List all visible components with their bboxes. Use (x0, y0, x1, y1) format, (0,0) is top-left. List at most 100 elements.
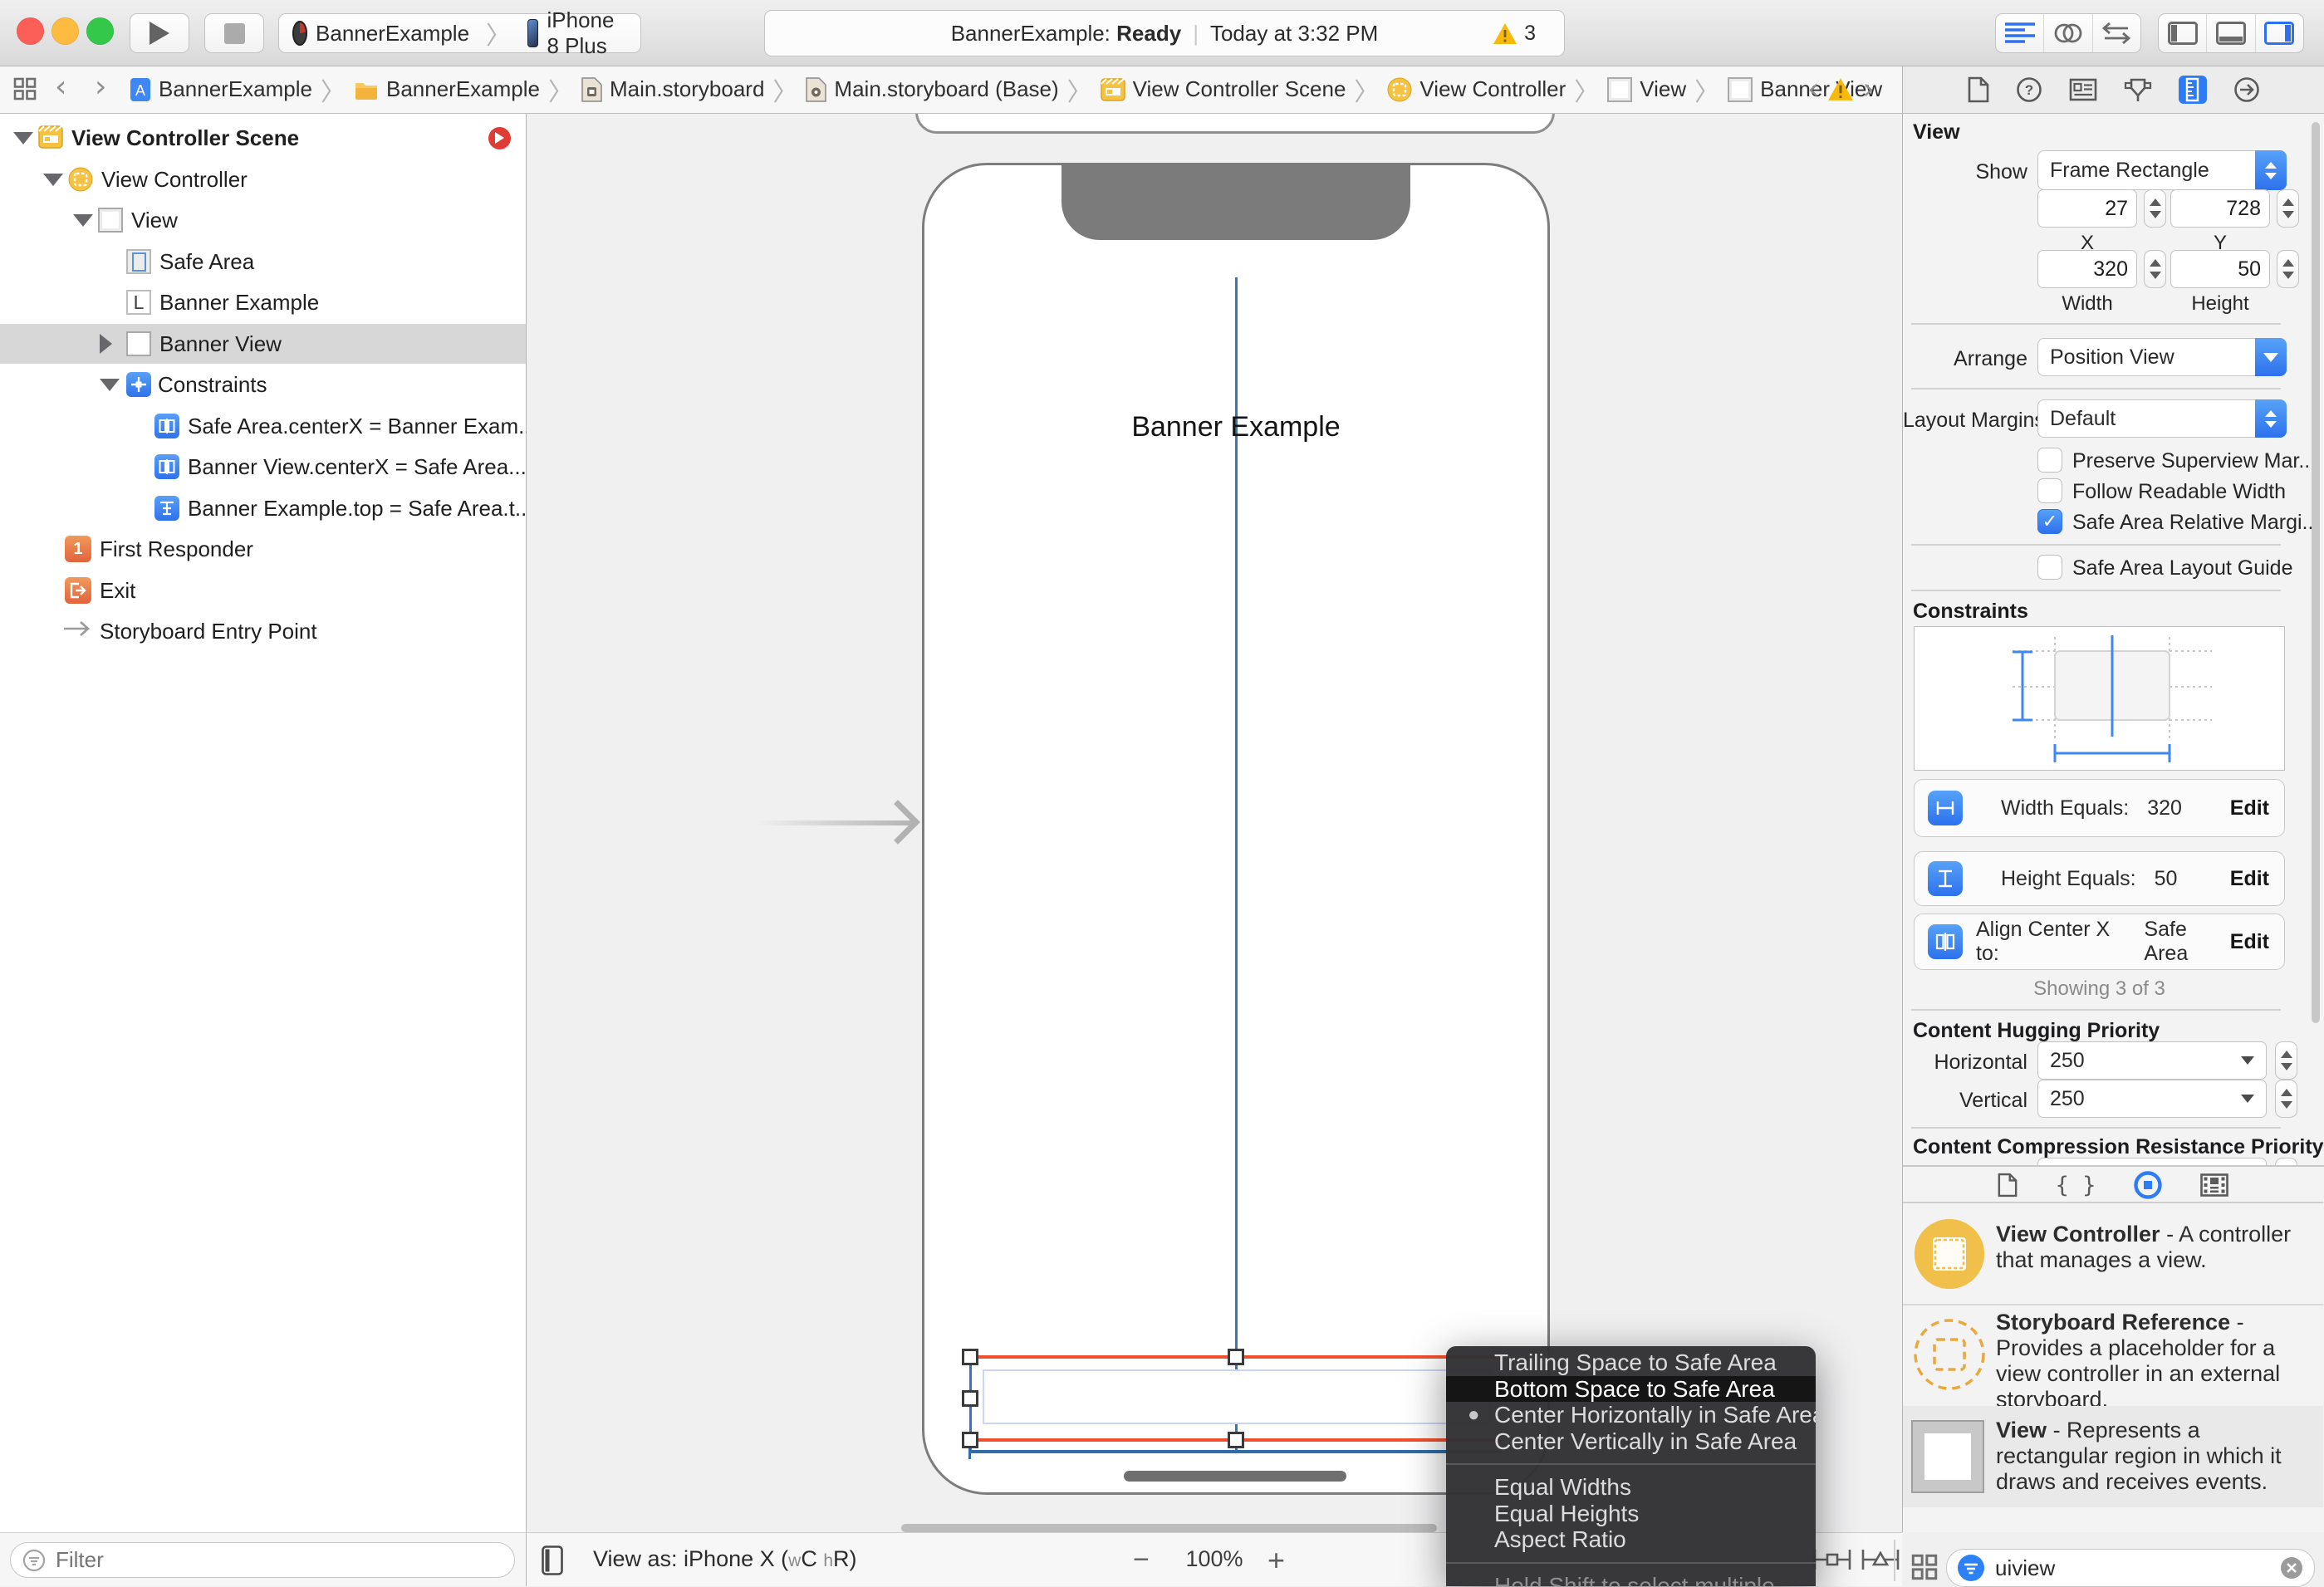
tab-identity-inspector[interactable] (2069, 77, 2097, 102)
edit-height-button[interactable]: Edit (2230, 867, 2269, 891)
stop-button[interactable] (204, 13, 264, 53)
outline-row-constraint-2[interactable]: Banner View.centerX = Safe Area.... (0, 447, 526, 487)
inspector-panel-toggle[interactable] (2255, 14, 2303, 52)
outline-row-view[interactable]: View (0, 200, 526, 240)
library-snippets-tab[interactable]: { } (2056, 1173, 2096, 1198)
outline-row-banner-example[interactable]: L Banner Example (0, 282, 526, 322)
outline-row-entry-point[interactable]: Storyboard Entry Point (0, 611, 526, 651)
hugging-horizontal-stepper[interactable] (2275, 1041, 2297, 1080)
inspector-scrollbar[interactable] (2312, 122, 2320, 1023)
menu-item-bottom-space[interactable]: Bottom Space to Safe Area (1446, 1376, 1816, 1403)
arrange-dropdown[interactable]: Position View (2037, 338, 2287, 376)
library-item-storyboard-reference[interactable]: Storyboard Reference - Provides a placeh… (1903, 1306, 2323, 1404)
disclosure-triangle[interactable] (100, 379, 120, 391)
filter-input[interactable] (54, 1546, 503, 1574)
menu-item-equal-widths[interactable]: Equal Widths (1446, 1474, 1816, 1501)
menu-item-equal-heights[interactable]: Equal Heights (1446, 1501, 1816, 1527)
outline-row-view-controller[interactable]: View Controller (0, 159, 526, 199)
window-close-button[interactable] (17, 17, 44, 45)
y-field[interactable] (2170, 189, 2270, 228)
width-field[interactable] (2037, 250, 2137, 288)
scene-exit-badge[interactable] (488, 127, 511, 149)
breadcrumb-view-controller[interactable]: View Controller (1387, 76, 1566, 102)
warning-icon[interactable] (1827, 77, 1854, 101)
update-frames-icon[interactable] (1812, 1546, 1852, 1573)
related-items-button[interactable] (13, 77, 37, 100)
assistant-editor-button[interactable] (2043, 14, 2091, 52)
x-field[interactable] (2037, 189, 2137, 228)
library-search-input[interactable] (1993, 1555, 2271, 1582)
version-editor-button[interactable] (2092, 14, 2140, 52)
width-stepper[interactable] (2144, 250, 2166, 288)
outline-row-scene[interactable]: View Controller Scene (0, 118, 526, 158)
selection-handle-mid-left[interactable] (962, 1390, 978, 1407)
menu-item-center-vertically[interactable]: Center Vertically in Safe Area (1446, 1428, 1816, 1455)
y-stepper[interactable] (2277, 189, 2299, 228)
library-file-template-tab[interactable] (1998, 1173, 2018, 1198)
outline-row-first-responder[interactable]: 1 First Responder (0, 529, 526, 569)
outline-filter-field[interactable] (10, 1542, 515, 1578)
follow-readable-checkbox[interactable] (2037, 478, 2062, 503)
window-minimize-button[interactable] (51, 17, 79, 45)
library-item-view-controller[interactable]: View Controller - A controller that mana… (1903, 1207, 2323, 1304)
center-x-constraint-line[interactable] (1235, 277, 1238, 1452)
constraint-width-row[interactable]: Width Equals: 320 Edit (1914, 779, 2285, 837)
selection-handle-bottom-left[interactable] (962, 1432, 978, 1448)
outline-row-banner-view[interactable]: Banner View (0, 324, 526, 364)
menu-item-aspect-ratio[interactable]: Aspect Ratio (1446, 1526, 1816, 1553)
library-search-field[interactable] (1946, 1549, 2315, 1587)
zoom-out-button[interactable]: − (1133, 1544, 1150, 1576)
hugging-horizontal-combo[interactable]: 250 (2037, 1041, 2267, 1080)
breadcrumb-storyboard-file[interactable]: Main.storyboard (581, 76, 764, 102)
outline-row-exit[interactable]: Exit (0, 571, 526, 610)
canvas-horizontal-scrollbar[interactable] (901, 1524, 1437, 1532)
debug-panel-toggle[interactable] (2206, 14, 2254, 52)
constraint-centerx-row[interactable]: Align Center X to: Safe Area Edit (1914, 914, 2285, 970)
edit-width-button[interactable]: Edit (2230, 796, 2269, 820)
banner-example-label[interactable]: Banner Example (1025, 411, 1447, 443)
previous-issue-button[interactable]: ‹ (1807, 72, 1819, 106)
outline-row-constraints[interactable]: Constraints (0, 365, 526, 404)
layout-margins-dropdown[interactable]: Default (2037, 399, 2287, 438)
window-zoom-button[interactable] (86, 17, 114, 45)
library-grid-toggle[interactable] (1911, 1554, 1938, 1580)
standard-editor-button[interactable] (1996, 14, 2043, 52)
outline-row-constraint-3[interactable]: Banner Example.top = Safe Area.t... (0, 488, 526, 528)
disclosure-triangle[interactable] (13, 132, 33, 144)
outline-row-safe-area[interactable]: Safe Area (0, 242, 526, 282)
tab-attributes-inspector[interactable] (2124, 76, 2152, 103)
height-stepper[interactable] (2277, 250, 2299, 288)
outline-row-constraint-1[interactable]: Safe Area.centerX = Banner Exam... (0, 406, 526, 446)
disclosure-triangle[interactable] (43, 174, 63, 186)
next-issue-button[interactable]: › (1862, 72, 1874, 106)
preserve-superview-checkbox[interactable] (2037, 448, 2062, 473)
disclosure-triangle[interactable] (73, 214, 93, 227)
tab-file-inspector[interactable] (1968, 76, 1989, 103)
selection-handle-top-center[interactable] (1228, 1349, 1244, 1365)
tab-connections-inspector[interactable] (2233, 76, 2260, 103)
breadcrumb-view[interactable]: View (1607, 76, 1686, 102)
height-field[interactable] (2170, 250, 2270, 288)
zoom-in-button[interactable]: + (1267, 1543, 1285, 1578)
zoom-level[interactable]: 100% (1174, 1546, 1254, 1572)
breadcrumb-scene[interactable]: View Controller Scene (1101, 76, 1346, 102)
view-as-control[interactable]: View as: iPhone X (wC hR) (593, 1546, 857, 1572)
forward-button[interactable]: › (95, 70, 106, 104)
x-stepper[interactable] (2144, 189, 2166, 228)
constraints-diagram[interactable] (1914, 626, 2285, 771)
show-dropdown[interactable]: Frame Rectangle (2037, 150, 2287, 190)
safe-area-guide-checkbox[interactable] (2037, 555, 2062, 580)
library-objects-tab[interactable] (2134, 1171, 2162, 1199)
menu-item-trailing-space[interactable]: Trailing Space to Safe Area (1446, 1349, 1816, 1376)
device-config-icon[interactable] (542, 1545, 563, 1575)
run-button[interactable] (130, 13, 189, 53)
library-item-view[interactable]: View - Represents a rectangular region i… (1903, 1406, 2323, 1507)
selection-handle-bottom-center[interactable] (1228, 1432, 1244, 1448)
scheme-selector[interactable]: BannerExample 〉 iPhone 8 Plus (278, 13, 641, 53)
tab-size-inspector[interactable] (2179, 76, 2207, 104)
menu-item-center-horizontally[interactable]: ●Center Horizontally in Safe Area (1446, 1402, 1816, 1428)
edit-centerx-button[interactable]: Edit (2230, 930, 2269, 954)
breadcrumb-project[interactable]: A BannerExample (130, 76, 312, 102)
tab-quick-help[interactable]: ? (2016, 76, 2042, 103)
constraint-height-row[interactable]: Height Equals: 50 Edit (1914, 851, 2285, 906)
